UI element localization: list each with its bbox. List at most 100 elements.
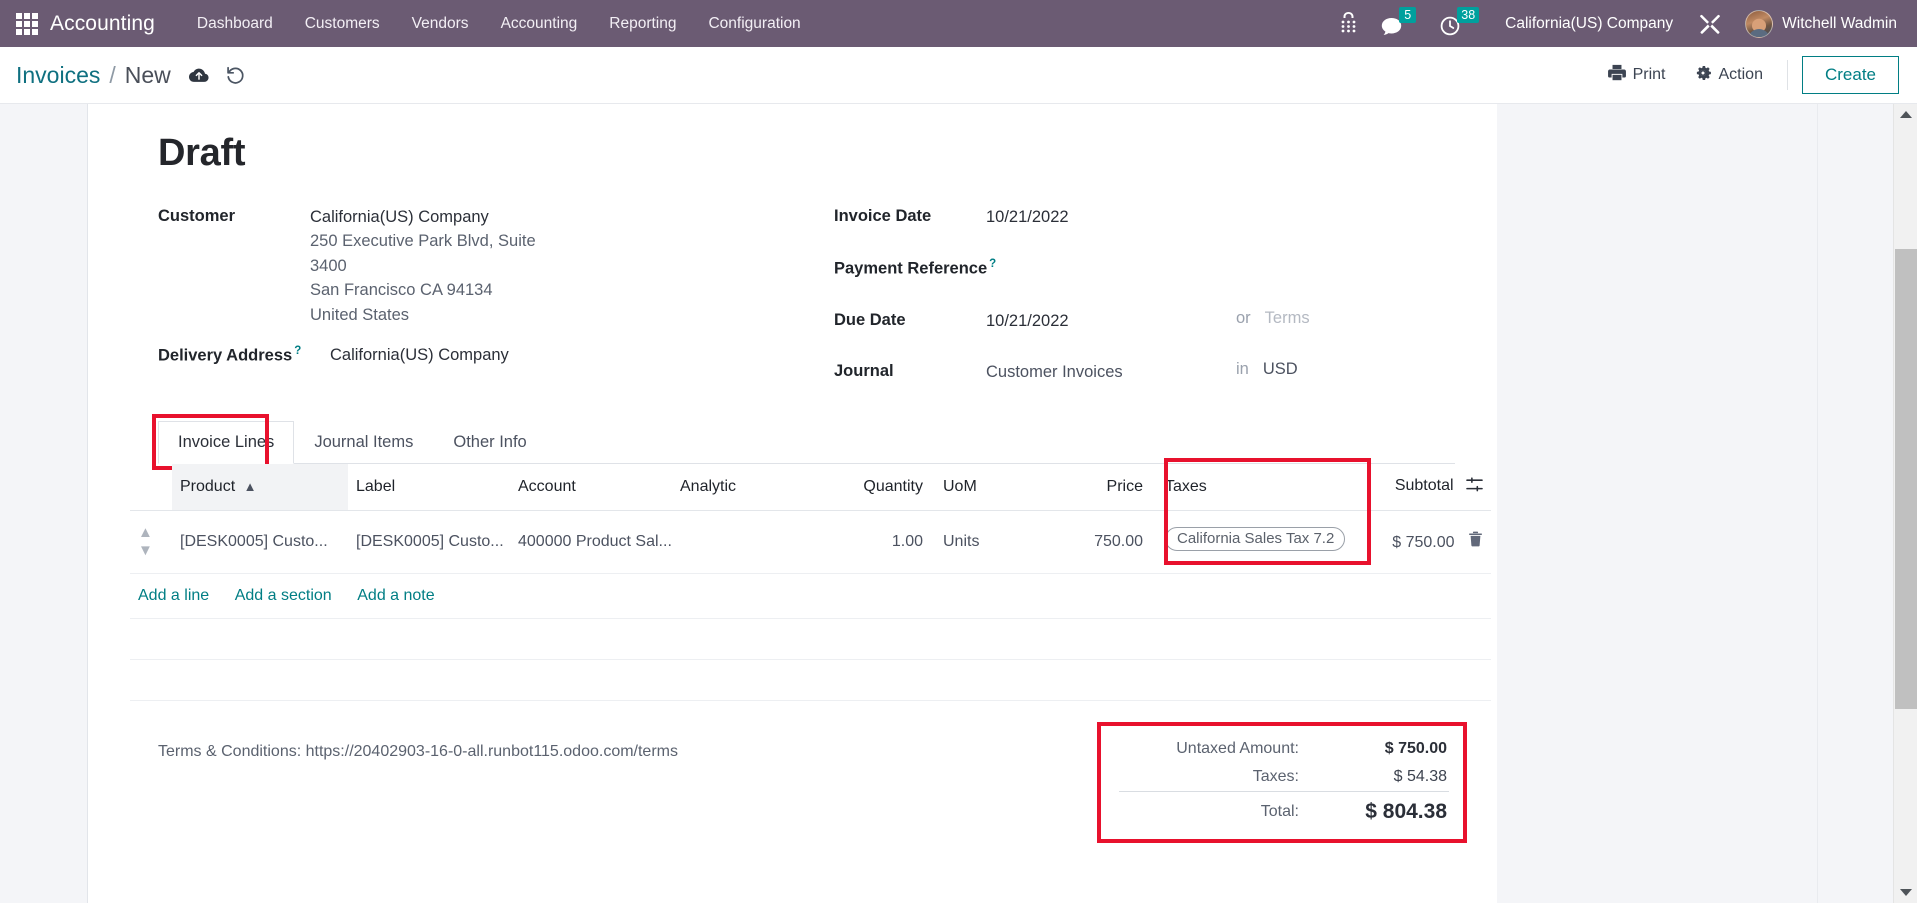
messages-counter[interactable]: 5 bbox=[1371, 7, 1426, 40]
form-header-grid: Customer California(US) Company 250 Exec… bbox=[130, 205, 1455, 398]
delivery-address-label-text: Delivery Address bbox=[158, 346, 293, 365]
tax-tag[interactable]: California Sales Tax 7.2 bbox=[1165, 527, 1346, 552]
breadcrumb-separator: / bbox=[109, 61, 116, 88]
tab-invoice-lines[interactable]: Invoice Lines bbox=[158, 420, 295, 464]
column-settings-icon[interactable] bbox=[1466, 477, 1483, 496]
header-price[interactable]: Price bbox=[983, 463, 1151, 511]
left-gutter bbox=[0, 104, 88, 903]
top-navbar: Accounting Dashboard Customers Vendors A… bbox=[0, 0, 1917, 47]
cell-product[interactable]: [DESK0005] Custo... bbox=[172, 510, 348, 574]
help-tooltip-icon[interactable]: ? bbox=[989, 258, 996, 270]
add-a-section-link[interactable]: Add a section bbox=[235, 587, 332, 604]
nav-item-reporting[interactable]: Reporting bbox=[593, 9, 692, 39]
header-taxes[interactable]: Taxes bbox=[1151, 463, 1351, 511]
field-delivery-address: Delivery Address? California(US) Company bbox=[158, 343, 820, 368]
print-button[interactable]: Print bbox=[1594, 57, 1680, 93]
scroll-up-arrow[interactable] bbox=[1894, 104, 1917, 125]
cell-quantity[interactable]: 1.00 bbox=[835, 510, 931, 574]
company-switcher[interactable]: California(US) Company bbox=[1493, 9, 1685, 39]
page-title-status: Draft bbox=[158, 132, 246, 174]
cell-account[interactable]: 400000 Product Sal... bbox=[510, 510, 672, 574]
user-name: Witchell Wadmin bbox=[1782, 14, 1897, 32]
action-button[interactable]: Action bbox=[1680, 57, 1777, 94]
header-subtotal[interactable]: Subtotal bbox=[1351, 463, 1491, 511]
invoice-form-sheet: Draft Customer California(US) Company 25… bbox=[88, 104, 1497, 903]
add-row: Add a line Add a section Add a note bbox=[130, 573, 1491, 619]
breadcrumb-current-new: New bbox=[124, 61, 171, 88]
payment-reference-label-text: Payment Reference bbox=[834, 259, 988, 278]
control-panel-divider bbox=[1786, 60, 1788, 90]
nav-item-dashboard[interactable]: Dashboard bbox=[181, 9, 289, 39]
journal-value[interactable]: Customer Invoices bbox=[986, 360, 1208, 384]
due-date-or-label: or bbox=[1236, 308, 1251, 327]
invoice-date-value[interactable]: 10/21/2022 bbox=[986, 205, 1069, 229]
cell-analytic[interactable] bbox=[672, 510, 835, 574]
header-product-label: Product bbox=[180, 477, 236, 495]
apps-grid-icon[interactable] bbox=[16, 12, 38, 35]
due-date-value[interactable]: 10/21/2022 bbox=[986, 309, 1208, 333]
customer-address-line-1: 250 Executive Park Blvd, Suite 3400 bbox=[310, 232, 536, 275]
user-menu[interactable]: Witchell Wadmin bbox=[1735, 6, 1903, 42]
create-button[interactable]: Create bbox=[1801, 55, 1899, 95]
discard-undo-icon[interactable] bbox=[225, 65, 245, 85]
header-label[interactable]: Label bbox=[348, 463, 510, 511]
due-date-label: Due Date bbox=[834, 310, 906, 329]
untaxed-amount-label: Untaxed Amount: bbox=[1176, 739, 1299, 757]
table-header-row: Product ▲ Label Account Analytic Quantit… bbox=[130, 463, 1491, 511]
header-quantity[interactable]: Quantity bbox=[835, 463, 931, 511]
header-account[interactable]: Account bbox=[510, 463, 672, 511]
field-payment-reference: Payment Reference? bbox=[834, 256, 1455, 281]
cell-taxes[interactable]: California Sales Tax 7.2 bbox=[1151, 510, 1351, 574]
tab-other-info[interactable]: Other Info bbox=[433, 421, 546, 464]
header-subtotal-label: Subtotal bbox=[1394, 476, 1454, 494]
vertical-scrollbar[interactable] bbox=[1893, 104, 1917, 903]
breadcrumb-invoices[interactable]: Invoices bbox=[16, 62, 100, 89]
customer-value[interactable]: California(US) Company bbox=[310, 205, 560, 229]
tab-journal-items[interactable]: Journal Items bbox=[294, 421, 433, 464]
form-right-column: Invoice Date 10/21/2022 Payment Referenc… bbox=[820, 205, 1455, 398]
totals-block: Untaxed Amount: $ 750.00 Taxes: $ 54.38 … bbox=[1097, 721, 1467, 843]
cell-uom[interactable]: Units bbox=[931, 510, 983, 574]
totals-row-untaxed: Untaxed Amount: $ 750.00 bbox=[1119, 735, 1449, 763]
cell-price[interactable]: 750.00 bbox=[983, 510, 1151, 574]
cloud-upload-icon[interactable] bbox=[188, 67, 209, 84]
totals-table: Untaxed Amount: $ 750.00 Taxes: $ 54.38 … bbox=[1119, 735, 1449, 829]
header-uom[interactable]: UoM bbox=[931, 463, 983, 511]
scrollbar-thumb[interactable] bbox=[1895, 249, 1917, 709]
payment-reference-label: Payment Reference? bbox=[834, 256, 1006, 281]
total-value: $ 804.38 bbox=[1319, 790, 1449, 829]
help-tooltip-icon[interactable]: ? bbox=[294, 345, 301, 357]
notebook-tabs: Invoice Lines Journal Items Other Info bbox=[152, 413, 1455, 470]
header-product[interactable]: Product ▲ bbox=[172, 463, 348, 511]
print-button-label: Print bbox=[1632, 66, 1666, 83]
nav-item-vendors[interactable]: Vendors bbox=[396, 9, 485, 39]
nav-item-configuration[interactable]: Configuration bbox=[692, 9, 816, 39]
header-analytic[interactable]: Analytic bbox=[672, 463, 835, 511]
phone-keypad-icon[interactable] bbox=[1330, 8, 1367, 40]
navbar-menu: Dashboard Customers Vendors Accounting R… bbox=[181, 9, 817, 39]
totals-row-taxes: Taxes: $ 54.38 bbox=[1119, 763, 1449, 792]
cell-label[interactable]: [DESK0005] Custo... bbox=[348, 510, 510, 574]
delivery-address-value[interactable]: California(US) Company bbox=[330, 343, 509, 367]
add-a-note-link[interactable]: Add a note bbox=[357, 587, 434, 604]
field-customer: Customer California(US) Company 250 Exec… bbox=[158, 205, 820, 327]
header-handle-spacer bbox=[130, 463, 172, 511]
payment-terms-placeholder[interactable]: Terms bbox=[1265, 309, 1310, 328]
table-row[interactable]: ▲ ▼ [DESK0005] Custo... [DESK0005] Custo.… bbox=[130, 510, 1491, 574]
gear-icon bbox=[1694, 64, 1712, 87]
journal-label: Journal bbox=[834, 362, 894, 381]
field-due-date: Due Date 10/21/2022 or Terms bbox=[834, 309, 1455, 333]
trash-icon[interactable] bbox=[1468, 531, 1483, 551]
nav-item-accounting[interactable]: Accounting bbox=[485, 9, 594, 39]
add-a-line-link[interactable]: Add a line bbox=[138, 587, 209, 604]
wrench-tools-icon[interactable] bbox=[1689, 9, 1731, 39]
journal-currency-value[interactable]: USD bbox=[1263, 360, 1298, 379]
drag-handle-icon[interactable]: ▲ ▼ bbox=[138, 524, 153, 559]
scroll-down-arrow[interactable] bbox=[1894, 882, 1917, 903]
nav-item-customers[interactable]: Customers bbox=[289, 9, 396, 39]
delivery-address-label: Delivery Address? bbox=[158, 343, 330, 368]
row-drag-handle-cell[interactable]: ▲ ▼ bbox=[130, 510, 172, 574]
app-brand-accounting[interactable]: Accounting bbox=[50, 12, 155, 36]
activities-counter[interactable]: 38 bbox=[1430, 7, 1489, 40]
invoice-lines-table: Product ▲ Label Account Analytic Quantit… bbox=[130, 463, 1491, 701]
